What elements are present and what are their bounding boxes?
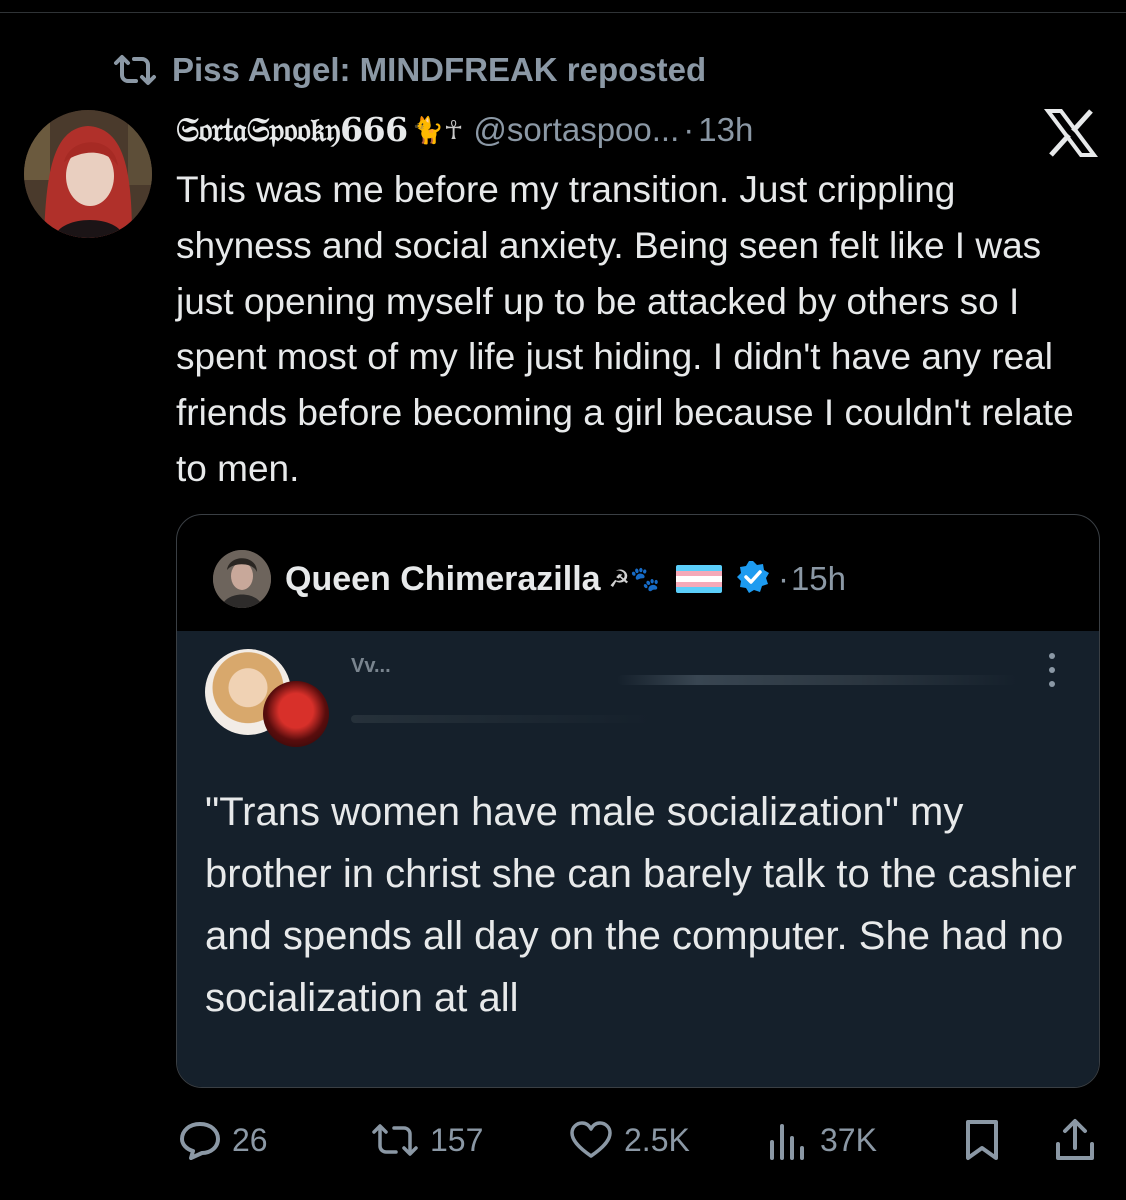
like-count: 2.5K [624,1121,690,1158]
tweet-text: This was me before my transition. Just c… [176,169,1074,489]
more-options-icon [1049,653,1057,693]
author-name[interactable]: 𝔖𝔬𝔯𝔱𝔞𝔖𝔭𝔬𝔬𝔨𝔶666 [176,110,408,150]
x-logo-icon [1044,108,1098,158]
repost-icon [112,53,158,87]
quote-avatar [213,550,271,608]
screenshot-avatar-secondary [263,681,329,747]
screenshot-text: "Trans women have male socialization" my… [205,790,1077,1020]
screenshot-blurred-subheader [351,715,651,723]
author-avatar[interactable] [24,110,152,238]
share-icon [1054,1118,1096,1162]
repost-count: 157 [430,1121,484,1158]
separator-dot: · [683,111,695,148]
quote-separator: · [777,560,789,597]
trans-flag-icon [675,565,722,593]
author-name-emoji: 🐈☥ [411,114,464,145]
like-icon [568,1120,614,1160]
reply-button[interactable]: 26 [178,1110,268,1170]
screenshot-blurred-header [617,675,1017,685]
screenshot-name-fragment: Vv... [351,655,391,677]
action-bar: 26 157 2.5K 37K [0,1110,1126,1170]
tweet-header: 𝔖𝔬𝔯𝔱𝔞𝔖𝔭𝔬𝔬𝔨𝔶666 🐈☥ @sortaspoo... · 13h [176,106,753,154]
quote-author-name[interactable]: Queen Chimerazilla [285,560,601,599]
share-button[interactable] [1054,1110,1096,1170]
bookmark-button[interactable] [962,1110,1002,1170]
quote-time[interactable]: 15h [791,560,846,598]
verified-badge-icon [736,560,770,599]
repost-icon [370,1122,420,1158]
tweet-time[interactable]: 13h [698,111,753,149]
bookmark-icon [962,1118,1002,1162]
quoted-tweet[interactable]: Queen Chimerazilla ☭🐾 · 15h Vv... "Trans… [176,514,1100,1088]
quoted-screenshot-image[interactable]: Vv... "Trans women have male socializati… [177,631,1099,1087]
quote-name-symbols: ☭🐾 [608,565,660,593]
quote-header: Queen Chimerazilla ☭🐾 · 15h [213,549,846,609]
reply-count: 26 [232,1121,268,1158]
views-count: 37K [820,1121,877,1158]
repost-context[interactable]: Piss Angel: MINDFREAK reposted [112,50,706,90]
repost-text: Piss Angel: MINDFREAK reposted [172,51,707,88]
views-button[interactable]: 37K [766,1110,877,1170]
views-icon [766,1120,810,1160]
author-handle[interactable]: @sortaspoo... [473,111,679,149]
repost-button[interactable]: 157 [370,1110,483,1170]
top-divider [0,12,1126,13]
reply-icon [178,1120,222,1160]
like-button[interactable]: 2.5K [568,1110,690,1170]
